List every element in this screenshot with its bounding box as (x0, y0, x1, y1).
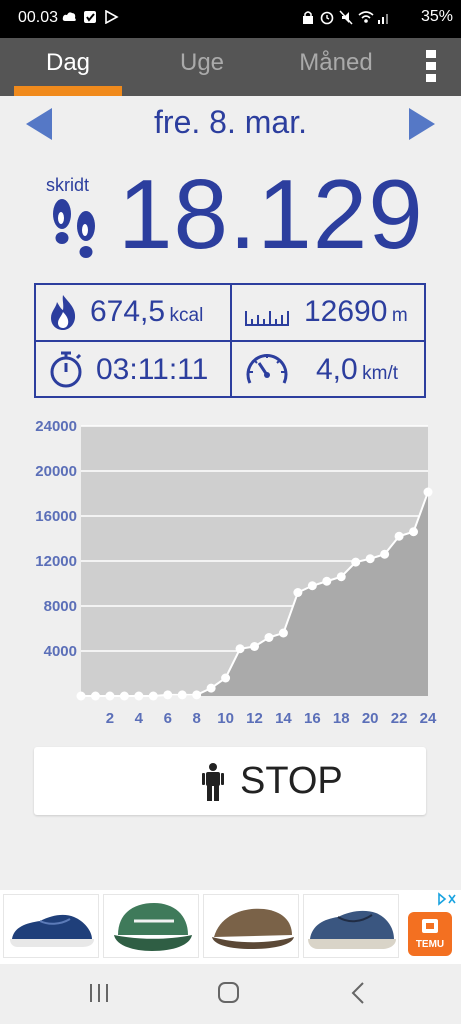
data-point (351, 557, 361, 567)
distance-value: 12690 (304, 295, 388, 328)
y-tick-label: 16000 (35, 508, 77, 525)
person-icon (202, 763, 224, 801)
wifi-icon (358, 10, 374, 25)
data-point (380, 549, 390, 559)
steps-chart-svg: 24000200001600012000800040002 4 6 8 10 12 14 16… (35, 418, 437, 727)
data-point (307, 581, 317, 591)
x-tick-label: 18 (333, 710, 350, 727)
footprints-icon (46, 196, 104, 266)
checkbox-icon (83, 10, 98, 24)
data-point (221, 673, 231, 683)
flame-icon (48, 293, 78, 336)
data-point (90, 691, 100, 701)
play-store-icon (104, 9, 119, 25)
system-nav-bar (0, 964, 461, 1024)
data-point (322, 576, 332, 586)
y-tick-label: 4000 (44, 643, 77, 660)
stopwatch-icon (48, 349, 84, 394)
temu-brand: TEMU (415, 939, 445, 950)
x-tick-label: 16 (304, 710, 321, 727)
alarm-icon (320, 10, 334, 25)
ad-product-shoe-2[interactable] (303, 894, 399, 958)
data-point (394, 531, 404, 541)
data-point (163, 690, 173, 700)
duration-value: 03:11:11 (96, 353, 209, 386)
data-point (192, 690, 202, 700)
x-tick-label: 6 (164, 710, 172, 727)
data-point (76, 691, 86, 701)
status-time: 00.03 (18, 9, 59, 26)
overflow-menu-icon[interactable] (420, 50, 442, 86)
active-tab-indicator (14, 86, 122, 96)
data-point (278, 628, 288, 638)
speed-value: 4,0 (316, 353, 358, 386)
selected-date: fre. 8. mar. (154, 104, 307, 140)
calories-unit: kcal (169, 305, 204, 326)
data-point (148, 691, 158, 701)
data-point (105, 691, 115, 701)
data-point (235, 644, 245, 654)
distance-unit: m (391, 305, 408, 326)
stop-button[interactable]: STOP (34, 747, 426, 815)
calories-value: 674,5 (90, 295, 166, 328)
x-tick-label: 12 (246, 710, 263, 727)
ad-product-flat-cap[interactable] (203, 894, 299, 958)
data-point (119, 691, 129, 701)
next-day-icon[interactable] (409, 108, 435, 140)
steps-label: skridt (46, 175, 90, 195)
data-point (134, 691, 144, 701)
data-point (409, 527, 419, 537)
home-icon[interactable] (217, 981, 241, 1010)
speedometer-icon (244, 349, 290, 394)
data-point (206, 683, 216, 693)
tab-month[interactable]: Måned (276, 38, 396, 96)
lock-icon (301, 10, 315, 25)
x-tick-label: 20 (362, 710, 379, 727)
x-tick-label: 10 (217, 710, 234, 727)
status-bar: 00.03 35% (0, 0, 461, 38)
x-tick-label: 14 (275, 710, 292, 727)
x-tick-label: 4 (135, 710, 144, 727)
previous-day-icon[interactable] (26, 108, 52, 140)
ruler-icon (244, 303, 290, 334)
cloud-icon (62, 10, 77, 24)
mute-icon (339, 10, 353, 25)
temu-logo[interactable]: TEMU (408, 912, 452, 956)
stats-panel: 674,5 kcal 12690 m 03:11:11 4,0 km/t (34, 283, 426, 398)
y-tick-label: 8000 (44, 598, 77, 615)
y-tick-label: 24000 (35, 418, 77, 435)
ad-banner[interactable]: TEMU (0, 890, 461, 964)
data-point (293, 588, 303, 597)
data-point (177, 690, 187, 700)
data-point (423, 487, 433, 497)
date-navigator: fre. 8. mar. (0, 96, 461, 154)
step-count: 18.129 (118, 159, 424, 269)
tab-week[interactable]: Uge (148, 38, 256, 96)
speed-unit: km/t (362, 363, 399, 384)
x-tick-label: 24 (420, 710, 437, 727)
x-tick-label: 2 (106, 710, 114, 727)
recent-apps-icon[interactable] (88, 982, 110, 1009)
ad-choices-icon[interactable] (436, 892, 458, 906)
data-point (264, 633, 274, 642)
signal-icon (377, 10, 391, 25)
steps-chart: 24000 20000 16000 12000 8000 4000 2 4 6 8 10 12 14 16… (0, 410, 461, 730)
stop-button-label: STOP (240, 760, 343, 802)
x-tick-label: 8 (192, 710, 200, 727)
ad-product-cap[interactable] (103, 894, 199, 958)
data-point (365, 554, 375, 564)
data-point (336, 572, 346, 582)
data-point (250, 642, 259, 651)
y-tick-label: 12000 (35, 553, 77, 570)
back-icon[interactable] (350, 981, 366, 1010)
x-tick-label: 22 (391, 710, 408, 727)
ad-product-shoe[interactable] (3, 894, 99, 958)
y-tick-label: 20000 (35, 463, 77, 480)
battery-level: 35% (420, 8, 453, 25)
